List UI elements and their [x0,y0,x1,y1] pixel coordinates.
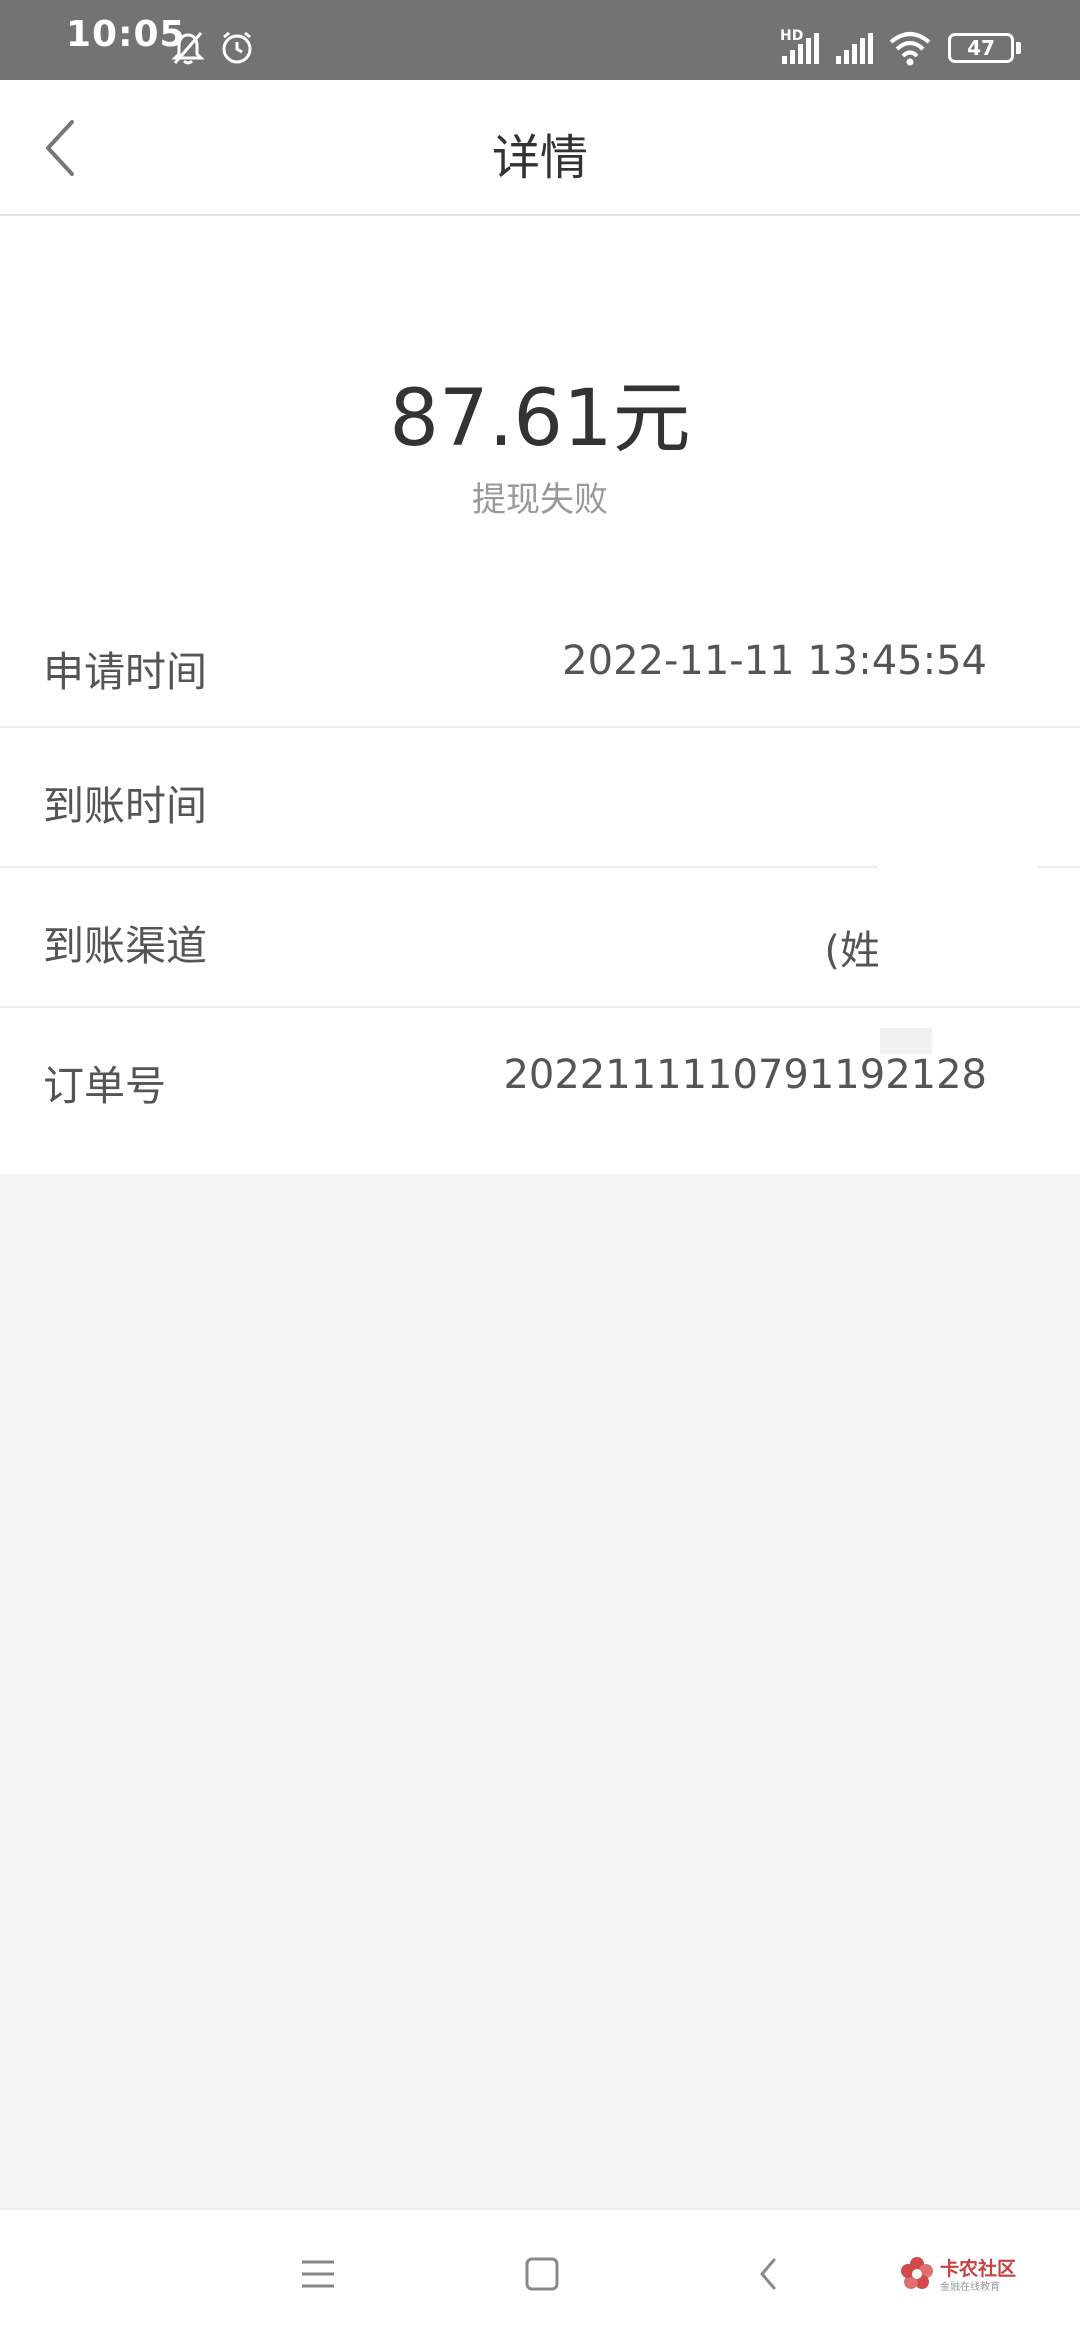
system-nav-bar: 卡农社区 金融在线教育 [0,2208,1080,2340]
flower-logo-icon [901,2257,933,2289]
battery-icon: 47 [948,33,1014,63]
row-label: 到账时间 [43,782,207,830]
row-value: 2022-11-11 13:45:54 [562,638,987,684]
detail-row-arrival-time: 到账时间 [0,728,1080,868]
watermark-main-text: 卡农社区 [940,2258,1017,2280]
detail-row-apply-time: 申请时间 2022-11-11 13:45:54 [0,594,1080,734]
home-icon[interactable] [522,2254,562,2294]
battery-nub [1016,42,1021,54]
watermark-logo: 卡农社区 金融在线教育 [900,2254,1030,2298]
withdraw-status: 提现失败 [472,480,608,520]
header: 详情 [0,80,1080,216]
status-bar: 10:05 HD 47 [0,0,1080,80]
back-icon[interactable] [752,2254,784,2294]
detail-card: 87.61元 提现失败 申请时间 2022-11-11 13:45:54 到账时… [0,216,1080,1174]
row-label: 到账渠道 [43,922,207,970]
alarm-icon [219,30,255,66]
redaction-mask [880,1028,932,1054]
status-time: 10:05 [66,14,186,55]
menu-icon[interactable] [298,2256,338,2292]
row-value: 2022111110791192128 [503,1052,987,1098]
watermark-sub-text: 金融在线教育 [940,2282,1000,2293]
redaction-mask [878,856,1038,1026]
page-title: 详情 [491,130,588,186]
row-label: 申请时间 [43,648,207,696]
battery-level: 47 [967,36,995,60]
signal-icon [834,32,874,66]
row-label: 订单号 [43,1062,166,1110]
amount: 87.61元 [389,374,691,464]
bell-off-icon [170,30,206,66]
signal-icon [780,32,820,66]
wifi-icon [888,30,932,66]
